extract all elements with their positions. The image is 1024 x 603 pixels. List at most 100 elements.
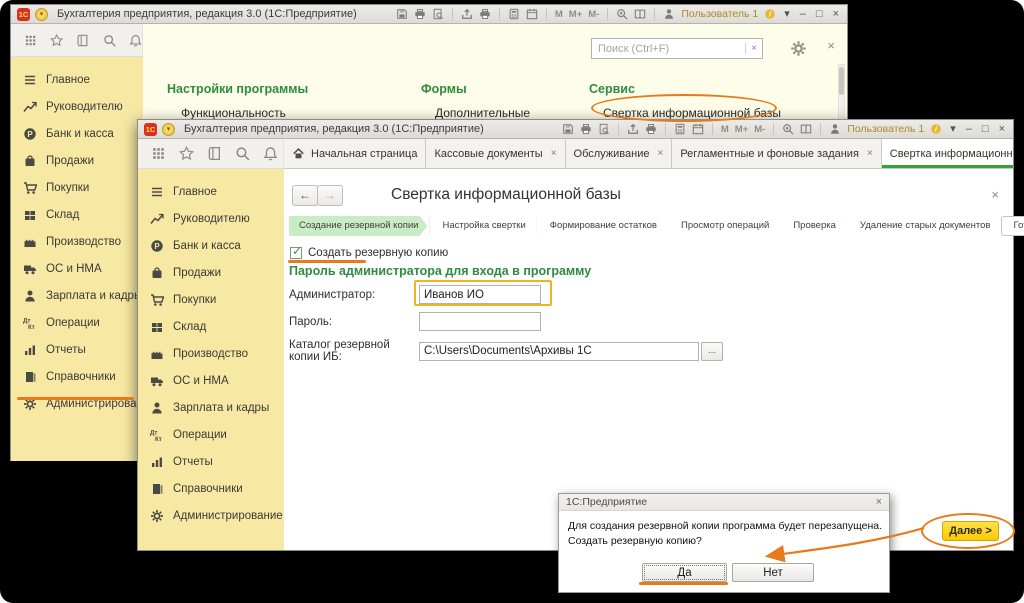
sidebar-item-reports[interactable]: Отчеты (11, 336, 143, 363)
user-name[interactable]: Пользователь 1 (847, 123, 924, 135)
yes-button[interactable]: Да (642, 563, 727, 582)
step-backup[interactable]: Создание резервной копии (289, 216, 428, 236)
export-icon[interactable] (627, 123, 639, 135)
notifications-bell-icon[interactable] (263, 146, 278, 161)
tab-database-consolidation[interactable]: Свертка информационной базы × (882, 139, 1013, 168)
tab-cash-documents[interactable]: Кассовые документы × (426, 139, 565, 168)
link-functionality[interactable]: Функциональность (181, 106, 421, 120)
sidebar-item-bank-cash[interactable]: Банк и касса (138, 232, 284, 259)
split-view-icon[interactable] (800, 123, 812, 135)
maximize-button[interactable]: □ (980, 123, 991, 135)
step-check[interactable]: Проверка (780, 216, 845, 236)
sidebar-item-fixed-assets[interactable]: ОС и НМА (138, 367, 284, 394)
sidebar-item-bank-cash[interactable]: Банк и касса (11, 120, 143, 147)
sidebar-item-administration[interactable]: Администрирование (11, 390, 143, 417)
checkbox-icon[interactable]: ✓ (290, 247, 302, 259)
panel-close-icon[interactable]: × (827, 38, 835, 53)
next-button[interactable]: Далее > (942, 521, 999, 541)
zoom-icon[interactable] (782, 123, 794, 135)
calendar-icon[interactable] (526, 8, 538, 20)
titlebar-dropdown-icon[interactable]: ▾ (948, 123, 958, 135)
print-settings-icon[interactable] (645, 123, 657, 135)
catalog-input[interactable] (419, 342, 699, 361)
memory-mplus-button[interactable]: M+ (735, 124, 748, 135)
search-icon[interactable] (103, 33, 116, 48)
dialog-close-icon[interactable]: × (876, 496, 882, 508)
export-icon[interactable] (461, 8, 473, 20)
info-icon[interactable] (930, 123, 942, 135)
sidebar-item-payroll[interactable]: Зарплата и кадры (11, 282, 143, 309)
tab-close-icon[interactable]: × (549, 148, 557, 159)
sidebar-item-administration[interactable]: Администрирование (138, 502, 284, 529)
password-input[interactable] (419, 312, 541, 331)
minimize-button[interactable]: – (798, 8, 808, 20)
memory-mplus-button[interactable]: M+ (569, 9, 582, 20)
calculator-icon[interactable] (674, 123, 686, 135)
tab-close-icon[interactable]: × (865, 148, 873, 159)
step-consolidation-settings[interactable]: Настройка свертки (430, 216, 535, 236)
sidebar-item-operations[interactable]: Операции (11, 309, 143, 336)
save-icon[interactable] (562, 123, 574, 135)
sidebar-item-reports[interactable]: Отчеты (138, 448, 284, 475)
sidebar-item-sales[interactable]: Продажи (138, 259, 284, 286)
print-icon[interactable] (580, 123, 592, 135)
history-icon[interactable] (207, 146, 222, 161)
wizard-close-icon[interactable]: × (991, 187, 999, 202)
print-preview-icon[interactable] (432, 8, 444, 20)
favorites-star-icon[interactable] (179, 146, 194, 161)
sidebar-item-purchases[interactable]: Покупки (11, 174, 143, 201)
tab-close-icon[interactable]: × (655, 148, 663, 159)
calendar-icon[interactable] (692, 123, 704, 135)
calculator-icon[interactable] (508, 8, 520, 20)
memory-m-button[interactable]: M (721, 124, 729, 135)
link-database-consolidation[interactable]: Свертка информационной базы (603, 106, 847, 120)
tab-scheduled-jobs[interactable]: Регламентные и фоновые задания × (672, 139, 881, 168)
sidebar-item-manager[interactable]: Руководителю (138, 205, 284, 232)
close-button[interactable]: × (997, 123, 1007, 135)
minimize-button[interactable]: – (964, 123, 974, 135)
sidebar-item-warehouse[interactable]: Склад (138, 313, 284, 340)
apps-grid-icon[interactable] (151, 146, 166, 161)
maximize-button[interactable]: □ (814, 8, 825, 20)
print-preview-icon[interactable] (598, 123, 610, 135)
sidebar-item-operations[interactable]: Операции (138, 421, 284, 448)
sidebar-item-production[interactable]: Производство (138, 340, 284, 367)
sidebar-item-warehouse[interactable]: Склад (11, 201, 143, 228)
apps-grid-icon[interactable] (24, 33, 37, 48)
favorites-star-icon[interactable] (50, 33, 63, 48)
sidebar-item-purchases[interactable]: Покупки (138, 286, 284, 313)
tab-service[interactable]: Обслуживание × (566, 139, 673, 168)
browse-button[interactable]: ... (701, 342, 723, 361)
step-balances[interactable]: Формирование остатков (537, 216, 666, 236)
sidebar-item-payroll[interactable]: Зарплата и кадры (138, 394, 284, 421)
memory-mminus-button[interactable]: M- (588, 9, 599, 20)
save-icon[interactable] (396, 8, 408, 20)
tab-home[interactable]: Начальная страница (284, 139, 426, 168)
zoom-icon[interactable] (616, 8, 628, 20)
backup-checkbox[interactable]: ✓ Создать резервную копию (290, 247, 448, 259)
sidebar-item-directories[interactable]: Справочники (138, 475, 284, 502)
print-settings-icon[interactable] (479, 8, 491, 20)
titlebar-dropdown-icon[interactable]: ▾ (782, 8, 792, 20)
user-name[interactable]: Пользователь 1 (681, 8, 758, 20)
sidebar-item-manager[interactable]: Руководителю (11, 93, 143, 120)
sidebar-item-main[interactable]: Главное (11, 66, 143, 93)
sidebar-item-main[interactable]: Главное (138, 178, 284, 205)
main-menu-button[interactable]: ▾ (35, 8, 48, 21)
search-icon[interactable] (235, 146, 250, 161)
step-done[interactable]: Готово (1001, 216, 1024, 236)
sidebar-item-production[interactable]: Производство (11, 228, 143, 255)
memory-m-button[interactable]: M (555, 9, 563, 20)
print-icon[interactable] (414, 8, 426, 20)
scrollbar-thumb[interactable] (839, 67, 844, 95)
search-input[interactable]: Поиск (Ctrl+F) × (591, 38, 763, 59)
split-view-icon[interactable] (634, 8, 646, 20)
sidebar-item-fixed-assets[interactable]: ОС и НМА (11, 255, 143, 282)
step-view-operations[interactable]: Просмотр операций (668, 216, 778, 236)
memory-mminus-button[interactable]: M- (754, 124, 765, 135)
info-icon[interactable] (764, 8, 776, 20)
search-clear-icon[interactable]: × (745, 43, 762, 54)
step-delete-old-documents[interactable]: Удаление старых документов (847, 216, 1000, 236)
history-icon[interactable] (76, 33, 89, 48)
forward-button[interactable]: → (317, 185, 343, 206)
